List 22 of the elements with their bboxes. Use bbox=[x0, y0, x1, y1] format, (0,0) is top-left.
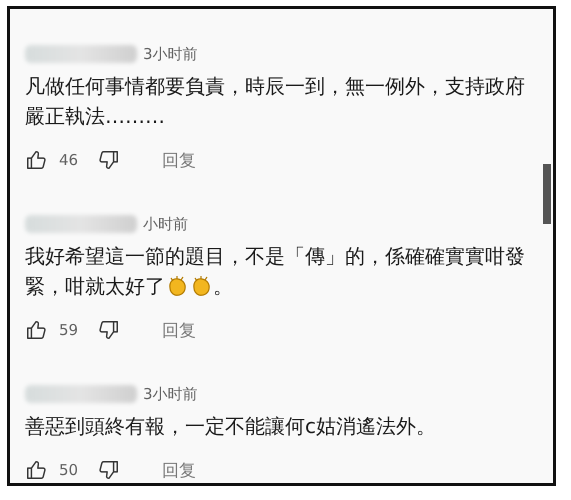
comment-time[interactable]: 3小时前 bbox=[143, 384, 198, 404]
thumbs-down-icon[interactable] bbox=[98, 319, 120, 341]
reply-button[interactable]: 回复 bbox=[162, 458, 196, 482]
comment-text: 善惡到頭終有報，一定不能讓何c姑消遙法外。 bbox=[25, 413, 436, 440]
comment-text: 緊，咁就太好了 bbox=[25, 273, 165, 300]
comment-text: 。 bbox=[213, 273, 233, 300]
comment-text: 凡做任何事情都要負責，時辰一到，無一例外，支持政府 bbox=[25, 73, 525, 100]
like-count: 59 bbox=[59, 321, 78, 339]
reply-button[interactable]: 回复 bbox=[162, 148, 196, 172]
thumbs-up-icon[interactable] bbox=[25, 149, 47, 171]
scrollbar-thumb[interactable] bbox=[543, 164, 551, 224]
like-count: 50 bbox=[59, 461, 78, 479]
comment-time[interactable]: 小时前 bbox=[143, 214, 188, 234]
comment-text: 嚴正執法……… bbox=[25, 103, 165, 130]
comment-time[interactable]: 3小时前 bbox=[143, 44, 198, 64]
like-count: 46 bbox=[59, 151, 78, 169]
thumbs-up-icon[interactable] bbox=[25, 459, 47, 481]
thumbs-down-icon[interactable] bbox=[98, 459, 120, 481]
thumbs-up-icon[interactable] bbox=[25, 319, 47, 341]
comment-text: 我好希望這一節的題目，不是「傳」的，係確確實實咁發 bbox=[25, 243, 525, 270]
reply-button[interactable]: 回复 bbox=[162, 318, 196, 342]
thumbs-down-icon[interactable] bbox=[98, 149, 120, 171]
